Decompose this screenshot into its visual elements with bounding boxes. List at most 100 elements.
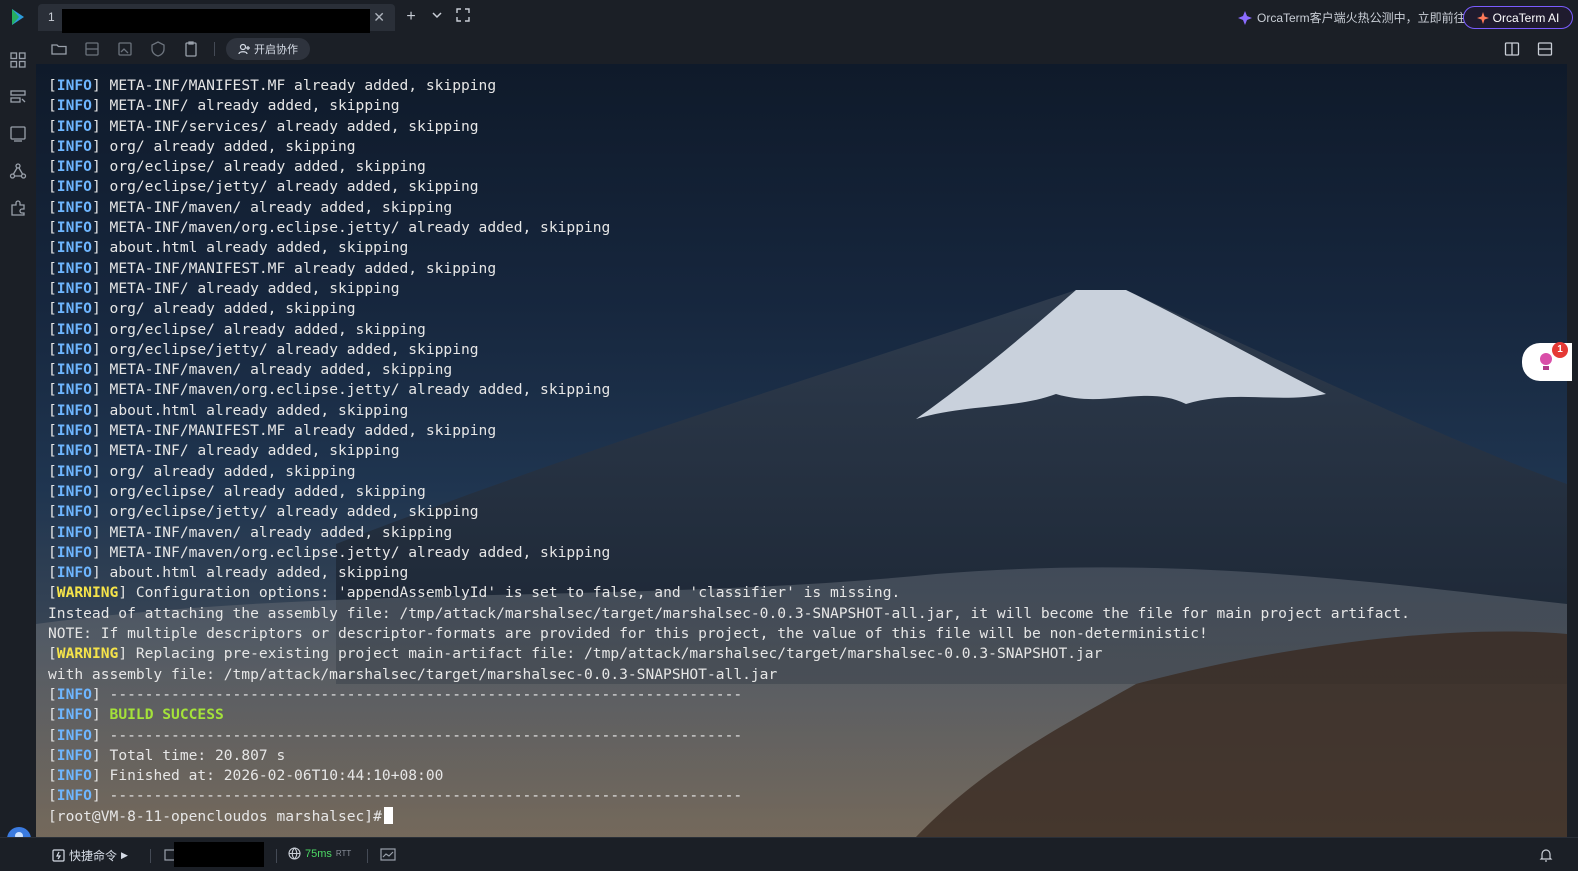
puzzle-plugin-icon[interactable] xyxy=(9,199,27,217)
sparkle-icon xyxy=(1238,10,1252,25)
log-level-label: INFO xyxy=(56,97,92,115)
log-level-label: INFO xyxy=(56,726,92,744)
terminal-line: [INFO] Total time: 20.807 s xyxy=(48,746,286,764)
log-level-label: INFO xyxy=(56,685,92,703)
terminal-line: [INFO] META-INF/MANIFEST.MF already adde… xyxy=(48,259,497,277)
log-level-label: INFO xyxy=(56,300,92,318)
log-level-label: INFO xyxy=(56,320,92,338)
log-level-label: INFO xyxy=(56,77,92,94)
log-level-label: INFO xyxy=(56,381,92,399)
log-level-label: WARNING xyxy=(56,645,119,663)
server-icon[interactable] xyxy=(83,40,101,58)
log-message: org/eclipse/ already added, skipping xyxy=(100,482,426,500)
log-level-label: INFO xyxy=(56,746,92,764)
log-level-label: INFO xyxy=(56,442,92,460)
tab-number: 1 xyxy=(48,10,55,24)
orcaterm-logo-icon[interactable] xyxy=(8,7,28,27)
log-message: ----------------------------------------… xyxy=(100,726,743,744)
build-success-label: BUILD SUCCESS xyxy=(109,706,224,724)
status-divider xyxy=(276,849,277,863)
log-level-label: INFO xyxy=(56,117,92,135)
log-level-label: INFO xyxy=(56,361,92,379)
new-tab-icon[interactable]: + xyxy=(402,8,420,26)
log-message: org/eclipse/ already added, skipping xyxy=(100,320,426,338)
notification-bell-icon[interactable] xyxy=(1538,847,1554,863)
terminal-line: [INFO] org/eclipse/ already added, skipp… xyxy=(48,158,426,176)
log-level-label: INFO xyxy=(56,158,92,176)
session-tab[interactable]: 1 ✕ xyxy=(38,4,395,33)
image-icon[interactable] xyxy=(116,40,134,58)
log-message: META-INF/maven/ already added, skipping xyxy=(100,523,453,541)
log-level-label: INFO xyxy=(56,279,92,297)
start-collaboration-button[interactable]: 开启协作 xyxy=(226,38,310,60)
terminal-scrollbar[interactable] xyxy=(1567,64,1578,837)
log-message: ----------------------------------------… xyxy=(100,787,743,805)
terminal-line: [INFO] org/ already added, skipping xyxy=(48,300,356,318)
terminal-output[interactable]: [INFO] META-INF/MANIFEST.MF already adde… xyxy=(36,64,1567,837)
log-message: about.html already added, skipping xyxy=(100,401,409,419)
log-level-label: INFO xyxy=(56,543,92,561)
log-message: org/ already added, skipping xyxy=(100,137,356,155)
log-message: org/eclipse/ already added, skipping xyxy=(100,158,426,176)
globe-icon xyxy=(288,847,301,860)
log-message: org/ already added, skipping xyxy=(100,300,356,318)
split-vertical-icon[interactable] xyxy=(1504,41,1520,57)
log-message: about.html already added, skipping xyxy=(100,239,409,257)
orcaterm-ai-button[interactable]: OrcaTerm AI xyxy=(1463,6,1573,29)
terminal-line: [INFO] META-INF/MANIFEST.MF already adde… xyxy=(48,77,497,94)
file-manager-icon[interactable] xyxy=(9,88,27,106)
quick-command-label: 快捷命令 xyxy=(69,849,118,863)
log-message: Replacing pre-existing project main-arti… xyxy=(127,645,1103,663)
terminal-line: [INFO] ---------------------------------… xyxy=(48,787,743,805)
fullscreen-icon[interactable] xyxy=(454,8,472,26)
chevron-down-icon[interactable] xyxy=(428,8,446,26)
redacted-tab-title xyxy=(62,9,370,33)
terminal-line: [INFO] org/ already added, skipping xyxy=(48,137,356,155)
split-horizontal-icon[interactable] xyxy=(1537,41,1553,57)
network-icon[interactable] xyxy=(9,162,27,180)
folder-icon[interactable] xyxy=(50,40,68,58)
terminal-line: [INFO] META-INF/maven/ already added, sk… xyxy=(48,361,453,379)
log-message: META-INF/ already added, skipping xyxy=(100,97,400,115)
log-message: META-INF/MANIFEST.MF already added, skip… xyxy=(100,422,497,440)
terminal-line: [WARNING] Configuration options: 'append… xyxy=(48,584,901,602)
shell-prompt[interactable]: [root@VM-8-11-opencloudos marshalsec]# xyxy=(48,806,1410,827)
log-level-label: INFO xyxy=(56,482,92,500)
terminal-line: Instead of attaching the assembly file: … xyxy=(48,604,1410,624)
log-level-label: INFO xyxy=(56,340,92,358)
close-tab-icon[interactable]: ✕ xyxy=(373,9,385,26)
promo-text: OrcaTerm客户端火热公测中，立即前往 xyxy=(1257,11,1466,25)
clipboard-icon[interactable] xyxy=(182,40,200,58)
terminal-lines: [INFO] META-INF/MANIFEST.MF already adde… xyxy=(48,76,1410,827)
terminal-line: [INFO] META-INF/services/ already added,… xyxy=(48,117,479,135)
terminal-line: [WARNING] Replacing pre-existing project… xyxy=(48,645,1103,663)
log-message: org/eclipse/jetty/ already added, skippi… xyxy=(100,178,479,196)
terminal-line: with assembly file: /tmp/attack/marshals… xyxy=(48,665,1410,685)
performance-chart-icon[interactable] xyxy=(380,847,396,863)
log-message: META-INF/maven/ already added, skipping xyxy=(100,361,453,379)
log-level-label: INFO xyxy=(56,787,92,805)
log-message: Instead of attaching the assembly file: … xyxy=(48,604,1410,622)
collab-label: 开启协作 xyxy=(254,44,298,56)
log-message: Total time: 20.807 s xyxy=(100,746,286,764)
promo-banner[interactable]: OrcaTerm客户端火热公测中，立即前往 xyxy=(1238,9,1466,26)
log-message: ----------------------------------------… xyxy=(100,685,743,703)
terminal-line: [INFO] ---------------------------------… xyxy=(48,726,743,744)
floating-assistant-widget[interactable]: 1 xyxy=(1522,342,1572,381)
grid-icon[interactable] xyxy=(9,51,27,69)
terminal-line: [INFO] META-INF/ already added, skipping xyxy=(48,97,400,115)
log-level-label: INFO xyxy=(56,198,92,216)
log-message: META-INF/services/ already added, skippi… xyxy=(100,117,479,135)
terminal-line: [INFO] META-INF/ already added, skipping xyxy=(48,442,400,460)
terminal-line: [INFO] META-INF/maven/org.eclipse.jetty/… xyxy=(48,543,611,561)
log-level-label: INFO xyxy=(56,462,92,480)
monitor-icon[interactable] xyxy=(9,125,27,143)
log-level-label: INFO xyxy=(56,422,92,440)
status-divider xyxy=(150,849,151,863)
terminal-line: NOTE: If multiple descriptors or descrip… xyxy=(48,624,1410,644)
log-message xyxy=(101,706,110,723)
terminal-line: [INFO] META-INF/maven/org.eclipse.jetty/… xyxy=(48,219,611,237)
shield-icon[interactable] xyxy=(149,40,167,58)
terminal-line: [INFO] META-INF/maven/org.eclipse.jetty/… xyxy=(48,381,611,399)
quick-command-button[interactable]: 快捷命令 ▶ xyxy=(52,847,128,864)
